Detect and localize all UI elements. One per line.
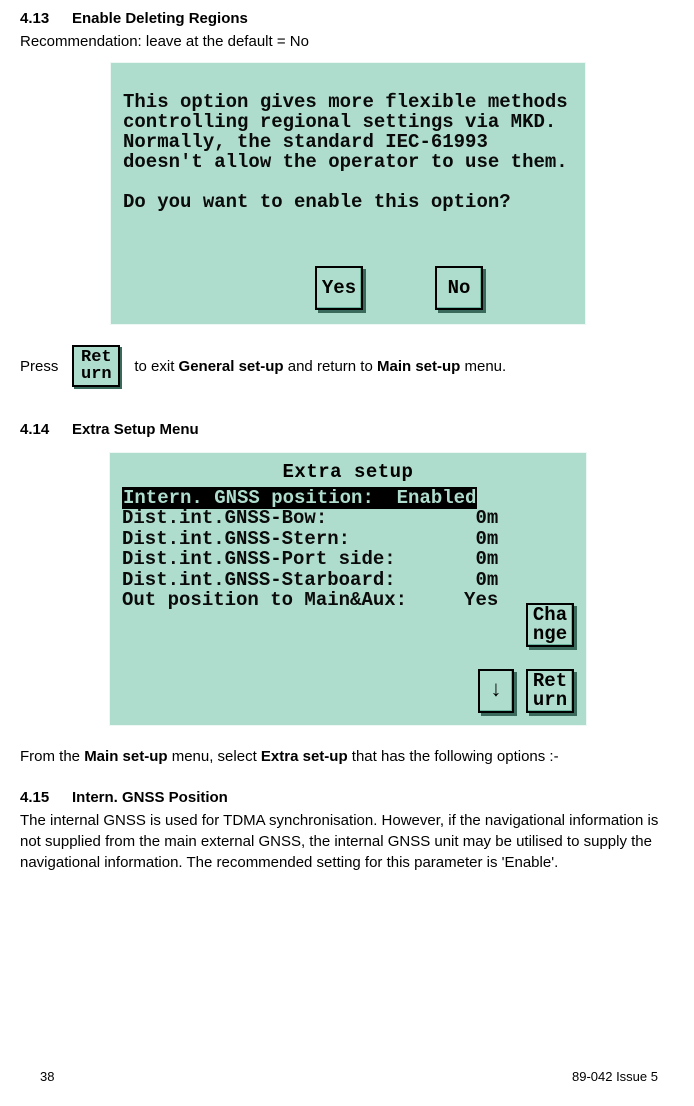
return-button-inline-label: Ret urn (81, 349, 112, 383)
return-button-inline[interactable]: Ret urn (72, 345, 120, 387)
page-number: 38 (40, 1068, 54, 1086)
change-button-label: Cha nge (533, 606, 567, 644)
dialog-enable-deleting-regions: This option gives more flexible methods … (110, 62, 586, 325)
dialog-line4: doesn't allow the operator to use them. (123, 151, 568, 173)
return-button[interactable]: Ret urn (526, 669, 574, 713)
after-extra-bold1: Main set-up (84, 748, 167, 765)
after-extra-pre: From the (20, 748, 80, 765)
dialog-line1: This option gives more flexible methods (123, 91, 568, 113)
press-end: menu. (465, 358, 507, 375)
dialog-prompt: Do you want to enable this option? (123, 191, 511, 213)
press-after-text: to exit (134, 358, 174, 375)
dialog-line3: Normally, the standard IEC-61993 (123, 131, 488, 153)
doc-id: 89-042 Issue 5 (572, 1068, 658, 1086)
recommendation-413: Recommendation: leave at the default = N… (20, 31, 676, 52)
after-extra-bold2: Extra set-up (261, 748, 348, 765)
heading-415-number: 4.15 (20, 787, 72, 810)
press-return-line: Press Ret urn to exit General set-up and… (20, 345, 676, 387)
after-extra-post: that has the following options :- (352, 748, 559, 765)
after-extra-mid: menu, select (172, 748, 257, 765)
dialog-line2: controlling regional settings via MKD. (123, 111, 556, 133)
press-after: to exit General set-up and return to Mai… (134, 356, 506, 377)
return-button-label: Ret urn (533, 672, 567, 710)
heading-413-number: 4.13 (20, 8, 72, 31)
page-footer: 38 89-042 Issue 5 (40, 1068, 658, 1086)
extra-setup-title: Extra setup (110, 453, 586, 486)
page: 4.13 Enable Deleting Regions Recommendat… (20, 8, 676, 1098)
press-label: Press (20, 356, 58, 377)
heading-414: 4.14 Extra Setup Menu (20, 419, 676, 442)
dialog-text: This option gives more flexible methods … (111, 63, 585, 225)
change-button[interactable]: Cha nge (526, 603, 574, 647)
heading-414-title: Extra Setup Menu (72, 419, 199, 440)
no-button[interactable]: No (435, 266, 483, 310)
after-extra-paragraph: From the Main set-up menu, select Extra … (20, 746, 676, 767)
heading-413: 4.13 Enable Deleting Regions (20, 8, 676, 31)
down-arrow-button[interactable]: ↓ (478, 669, 514, 713)
body-415: The internal GNSS is used for TDMA synch… (20, 810, 676, 873)
extra-setup-panel: Extra setup Intern. GNSS position: Enabl… (109, 452, 587, 726)
heading-413-title: Enable Deleting Regions (72, 8, 248, 29)
heading-414-number: 4.14 (20, 419, 72, 442)
press-bold2: Main set-up (377, 358, 460, 375)
press-bold1: General set-up (179, 358, 284, 375)
press-mid: and return to (288, 358, 373, 375)
yes-button[interactable]: Yes (315, 266, 363, 310)
heading-415: 4.15 Intern. GNSS Position (20, 787, 676, 810)
heading-415-title: Intern. GNSS Position (72, 787, 228, 808)
extra-setup-list: Intern. GNSS position: Enabled Dist.int.… (110, 486, 586, 611)
